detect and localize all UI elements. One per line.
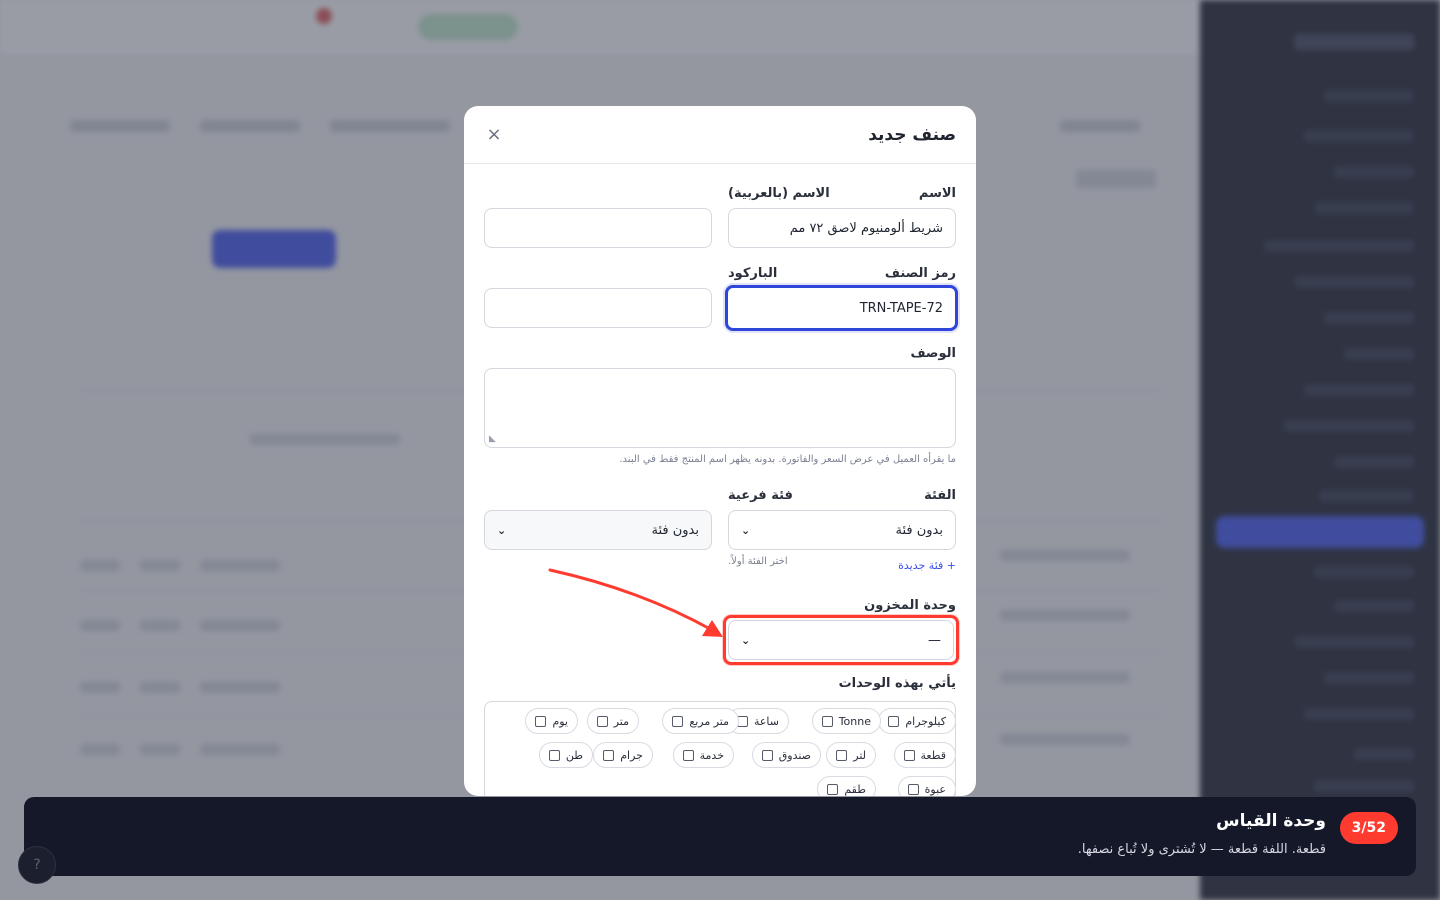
unit-chip[interactable]: صندوق: [751, 742, 821, 768]
unit-chip[interactable]: قطعة: [893, 742, 956, 768]
sku-label: رمز الصنف: [884, 266, 956, 281]
help-button[interactable]: ?: [18, 846, 56, 884]
unit-chip[interactable]: لتر: [826, 742, 876, 768]
unit-checkbox[interactable]: [603, 749, 615, 761]
unit-checkbox[interactable]: [827, 783, 839, 795]
unit-label: ساعة: [753, 714, 779, 728]
stock-unit-select[interactable]: — ⌄: [728, 620, 954, 660]
subcategory-hint: اختر الفئة أولاً.: [728, 556, 788, 567]
stock-unit-value: —: [928, 632, 941, 648]
unit-chip[interactable]: عبوة: [897, 776, 956, 796]
unit-checkbox[interactable]: [548, 749, 560, 761]
unit-chip[interactable]: طقم: [817, 776, 876, 796]
name-input[interactable]: شريط ألومنيوم لاصق ٧٢ مم: [728, 208, 956, 248]
tour-body: قطعة. اللفة قطعة — لا تُشترى ولا تُباع ن…: [1077, 842, 1326, 857]
subcategory-label: فئة فرعية: [728, 488, 793, 503]
units-label: يأتي بهذه الوحدات: [838, 676, 956, 691]
close-icon[interactable]: ×: [484, 124, 504, 145]
tour-banner: 3/52 وحدة القياس قطعة. اللفة قطعة — لا ت…: [24, 797, 1416, 876]
name-ar-input[interactable]: [484, 208, 712, 248]
unit-label: لتر: [853, 748, 866, 762]
unit-label: خدمة: [699, 748, 724, 762]
unit-chip[interactable]: متر مربع: [662, 708, 739, 734]
question-icon: ?: [33, 857, 41, 873]
unit-chip[interactable]: طن: [538, 742, 593, 768]
unit-label: قطعة: [920, 748, 947, 762]
unit-label: جرام: [620, 748, 643, 762]
chevron-down-icon: ⌄: [741, 633, 751, 647]
unit-label: متر: [613, 714, 629, 728]
unit-label: Tonne: [838, 714, 871, 728]
unit-checkbox[interactable]: [836, 749, 848, 761]
unit-checkbox[interactable]: [596, 715, 608, 727]
chevron-down-icon: ⌄: [497, 523, 507, 537]
name-ar-label: الاسم (بالعربية): [728, 186, 830, 201]
unit-label: عبوة: [924, 782, 946, 796]
unit-checkbox[interactable]: [821, 715, 833, 727]
dialog-title: صنف جديد: [868, 124, 956, 145]
unit-checkbox[interactable]: [682, 749, 694, 761]
category-value: بدون فئة: [895, 522, 943, 538]
new-item-dialog: صنف جديد × الاسم شريط ألومنيوم لاصق ٧٢ م…: [464, 106, 976, 796]
unit-checkbox[interactable]: [535, 715, 547, 727]
name-label: الاسم: [918, 186, 956, 201]
unit-chip[interactable]: متر: [586, 708, 639, 734]
unit-checkbox[interactable]: [761, 749, 773, 761]
dialog-header: صنف جديد ×: [464, 106, 976, 164]
unit-chip[interactable]: خدمة: [672, 742, 734, 768]
chevron-down-icon: ⌄: [741, 523, 751, 537]
description-hint: ما يقرأه العميل في عرض السعر والفاتورة. …: [619, 454, 956, 465]
resize-grip-icon[interactable]: ◢: [489, 434, 496, 444]
barcode-input[interactable]: [484, 288, 712, 328]
sku-input[interactable]: TRN-TAPE-72: [725, 285, 958, 331]
unit-label: طقم: [844, 782, 866, 796]
subcategory-select[interactable]: بدون فئة ⌄: [484, 510, 712, 550]
tour-step-counter: 3/52: [1339, 812, 1398, 844]
unit-chip[interactable]: يوم: [525, 708, 578, 734]
category-select[interactable]: بدون فئة ⌄: [728, 510, 956, 550]
unit-label: يوم: [552, 714, 568, 728]
unit-chip[interactable]: جرام: [593, 742, 653, 768]
barcode-label: الباركود: [728, 266, 778, 281]
category-label: الفئة: [924, 488, 956, 503]
tour-title: وحدة القياس: [1216, 811, 1326, 831]
unit-checkbox[interactable]: [672, 715, 684, 727]
description-label: الوصف: [910, 346, 956, 361]
description-textarea[interactable]: ◢: [484, 368, 956, 448]
unit-label: متر مربع: [689, 714, 729, 728]
unit-label: صندوق: [778, 748, 811, 762]
unit-checkbox[interactable]: [888, 715, 900, 727]
unit-checkbox[interactable]: [903, 749, 915, 761]
new-category-link[interactable]: + فئة جديدة: [898, 559, 956, 572]
unit-chip[interactable]: Tonne: [811, 708, 881, 734]
unit-label: كيلوجرام: [905, 714, 946, 728]
stock-unit-label: وحدة المخزون: [864, 598, 956, 613]
unit-label: طن: [565, 748, 583, 762]
unit-chip[interactable]: كيلوجرام: [878, 708, 956, 734]
subcategory-value: بدون فئة: [651, 522, 699, 538]
unit-checkbox[interactable]: [907, 783, 919, 795]
